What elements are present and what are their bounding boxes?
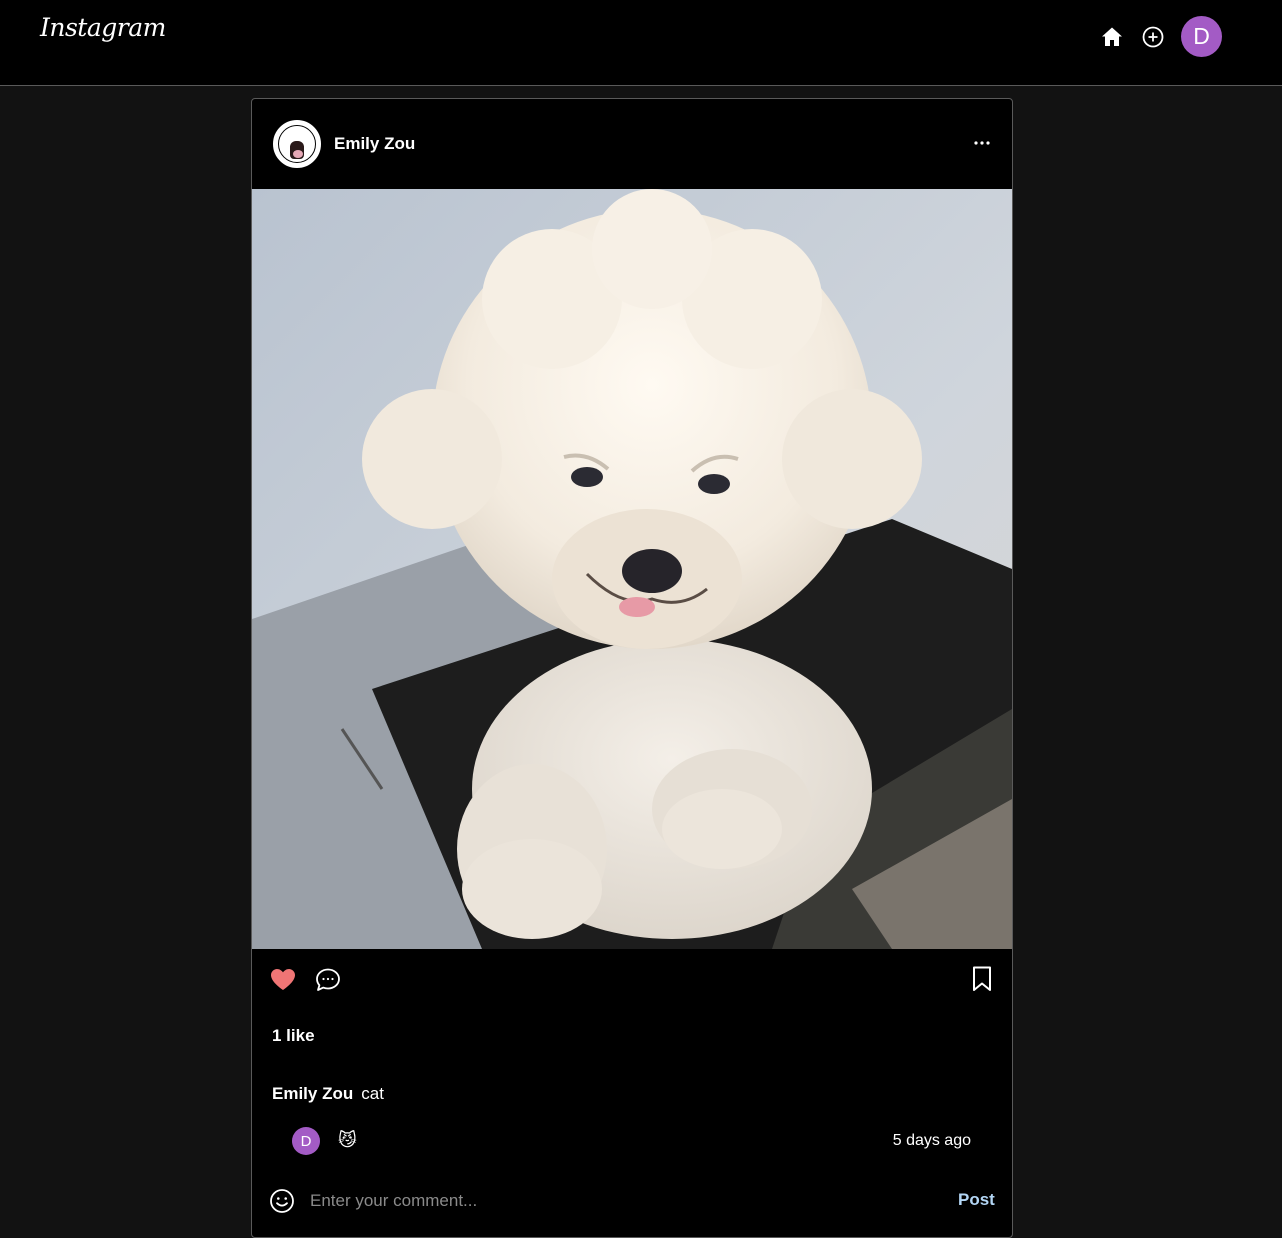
comment-item: D 😼 5 days ago	[292, 1127, 982, 1157]
home-icon[interactable]	[1100, 25, 1124, 49]
like-heart-icon[interactable]	[269, 966, 297, 994]
post-card: Emily Zou 1 like Emily Zou cat D 😼 5 day…	[251, 98, 1013, 1238]
user-avatar[interactable]: D	[1181, 16, 1222, 57]
author-avatar[interactable]	[273, 120, 321, 168]
caption-username[interactable]: Emily Zou	[272, 1084, 353, 1103]
post-comment-button[interactable]: Post	[958, 1190, 995, 1210]
post-image[interactable]	[252, 189, 1012, 949]
comment-input[interactable]	[308, 1186, 928, 1216]
more-options-icon[interactable]	[968, 129, 996, 157]
author-name[interactable]: Emily Zou	[334, 134, 415, 154]
comment-timestamp: 5 days ago	[892, 1132, 971, 1149]
likes-count[interactable]: 1 like	[272, 1026, 315, 1046]
top-navigation-bar: Instagram D	[0, 0, 1282, 86]
bookmark-icon[interactable]	[969, 965, 995, 993]
add-comment-form: Post	[252, 1179, 1012, 1223]
comment-icon[interactable]	[314, 966, 342, 994]
emoji-smile-icon[interactable]	[269, 1188, 295, 1214]
commenter-avatar[interactable]: D	[292, 1127, 320, 1155]
caption-text: cat	[361, 1084, 384, 1103]
post-caption: Emily Zou cat	[272, 1084, 384, 1104]
instagram-logo[interactable]: Instagram	[40, 13, 166, 42]
post-header: Emily Zou	[252, 99, 1012, 189]
create-post-icon[interactable]	[1141, 25, 1165, 49]
comment-text: 😼	[338, 1130, 357, 1150]
